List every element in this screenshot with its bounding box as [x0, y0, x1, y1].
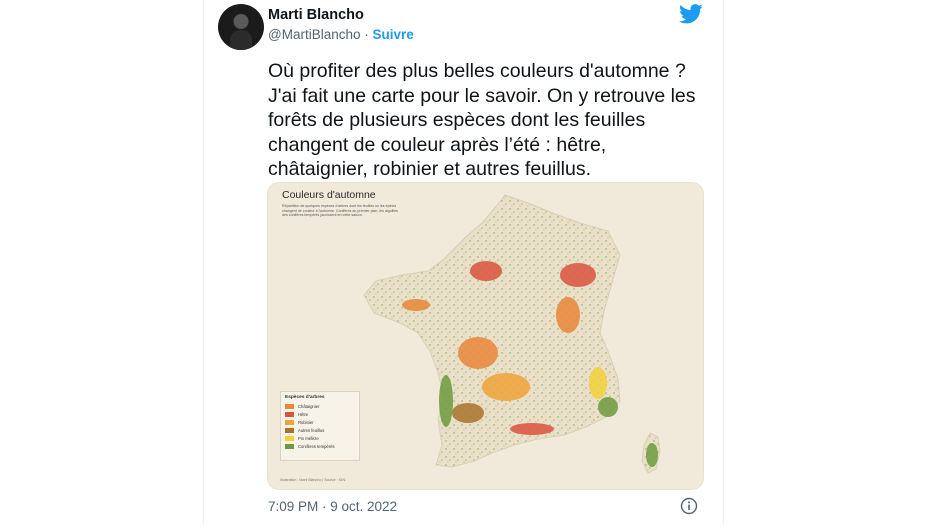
legend-label: Autres feuillus [298, 427, 325, 433]
map-credit: Illustration : Marti Blancho | Source : … [280, 478, 346, 482]
legend-item: Pin mélèze [285, 434, 355, 442]
legend-item: Robinier [285, 418, 355, 426]
tweet-text: Où profiter des plus belles couleurs d'a… [268, 60, 696, 180]
author-handle[interactable]: @MartiBlancho [268, 27, 361, 42]
twitter-bird-icon[interactable] [679, 4, 703, 24]
legend-title: Espèces d'arbres [285, 395, 325, 400]
legend-label: Hêtre [298, 411, 309, 417]
legend-label: Pin mélèze [298, 435, 319, 441]
map-title: Couleurs d'automne [282, 189, 376, 201]
tweet-timestamp[interactable]: 7:09 PM · 9 oct. 2022 [268, 499, 397, 514]
legend-item: Autres feuillus [285, 426, 355, 434]
legend-label: Conifères tempérés [298, 443, 335, 449]
map-legend: Espèces d'arbres Châtaignier Hêtre Robinie… [280, 391, 360, 461]
author-display-name[interactable]: Marti Blancho [268, 7, 364, 23]
legend-swatch [285, 419, 294, 425]
legend-swatch [285, 411, 294, 417]
tweet-media-map[interactable]: Couleurs d'automne Répartition de quelqu… [267, 182, 704, 490]
separator-dot: · [364, 27, 369, 42]
legend-label: Châtaignier [298, 403, 320, 409]
info-icon[interactable] [680, 497, 698, 515]
legend-swatch [285, 435, 294, 441]
avatar[interactable] [218, 4, 264, 50]
tweet-card: Marti Blancho @MartiBlancho · Suivre Où … [203, 0, 724, 525]
author-handle-line: @MartiBlancho · Suivre [268, 27, 414, 42]
mainland-france-shape [363, 194, 621, 468]
legend-swatch [285, 427, 294, 433]
legend-swatch [285, 403, 294, 409]
follow-button[interactable]: Suivre [373, 27, 414, 42]
legend-item: Conifères tempérés [285, 442, 355, 450]
legend-item: Hêtre [285, 410, 355, 418]
legend-label: Robinier [298, 419, 314, 425]
legend-swatch [285, 443, 294, 449]
map-subtitle: Répartition de quelques espèces d'arbres… [282, 204, 398, 218]
legend-item: Châtaignier [285, 402, 355, 410]
